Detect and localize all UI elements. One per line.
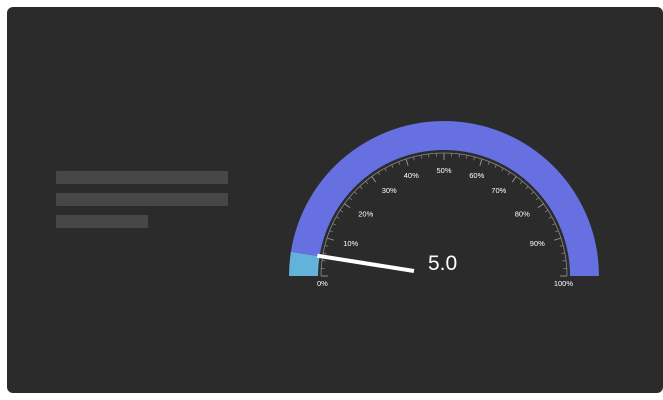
gauge-minor-tick (336, 216, 340, 219)
gauge-minor-tick (354, 191, 358, 195)
gauge-tick-label: 100% (554, 279, 574, 288)
gauge-tick-label: 0% (317, 279, 328, 288)
gauge-major-tick (537, 203, 544, 209)
gauge-minor-tick (324, 245, 329, 247)
gauge-minor-tick (329, 230, 334, 233)
gauge-minor-tick (548, 216, 552, 219)
gauge-major-tick (511, 176, 517, 183)
gauge-minor-tick (554, 230, 559, 233)
gauge-minor-tick (466, 155, 468, 159)
gauge-minor-tick (525, 186, 529, 190)
gauge-minor-tick (519, 181, 523, 185)
gauge-minor-tick (487, 161, 490, 166)
gauge-tick-label: 90% (530, 239, 545, 248)
gauge-minor-tick (494, 164, 497, 169)
gauge-tick-label: 60% (469, 171, 484, 180)
gauge-minor-tick (391, 164, 394, 169)
gauge-minor-tick (359, 186, 363, 190)
gauge-tick-label: 20% (358, 210, 373, 219)
gauge-major-tick (371, 176, 377, 183)
gauge-minor-tick (323, 252, 327, 254)
gauge-minor-tick (384, 168, 387, 172)
gauge-value-label: 5.0 (428, 252, 457, 275)
gauge-chart: 0% 10% 20% 30% 40% 50% 60% 70% 80% 90% 100% 5.0 (289, 120, 599, 288)
gauge-minor-tick (332, 223, 337, 226)
gauge-minor-tick (365, 181, 369, 185)
gauge-tick-label: 50% (436, 166, 451, 175)
gauge-minor-tick (535, 197, 539, 201)
gauge-minor-tick (339, 209, 344, 213)
gauge-needle (316, 253, 415, 273)
gauge-needle-group (316, 253, 415, 273)
gauge-minor-tick (559, 245, 564, 247)
gauge-tick-label: 80% (515, 210, 530, 219)
gauge-minor-tick (473, 156, 475, 161)
gauge-minor-tick (349, 197, 353, 201)
gauge-tick-label: 10% (343, 239, 358, 248)
gauge-tick-label: 30% (382, 186, 397, 195)
gauge-minor-tick (413, 156, 415, 161)
gauge-tick-label: 40% (404, 171, 419, 180)
gauge-major-tick (554, 237, 562, 241)
gauge-minor-tick (507, 171, 511, 176)
gauge-major-tick (344, 203, 351, 209)
gauge-major-tick (479, 158, 483, 166)
gauge-minor-tick (398, 161, 401, 166)
gauge-tick-label: 70% (491, 186, 506, 195)
gauge-major-tick (405, 158, 409, 166)
gauge-minor-tick (561, 252, 565, 254)
gauge-minor-tick (544, 209, 549, 213)
gauge-minor-tick (501, 168, 504, 172)
gauge-minor-tick (377, 171, 381, 176)
gauge-card: 0% 10% 20% 30% 40% 50% 60% 70% 80% 90% 100% 5.0 (7, 7, 663, 393)
gauge-minor-tick (551, 223, 556, 226)
gauge-minor-tick (530, 191, 534, 195)
gauge-minor-tick (420, 155, 422, 159)
gauge-major-tick (326, 237, 334, 241)
